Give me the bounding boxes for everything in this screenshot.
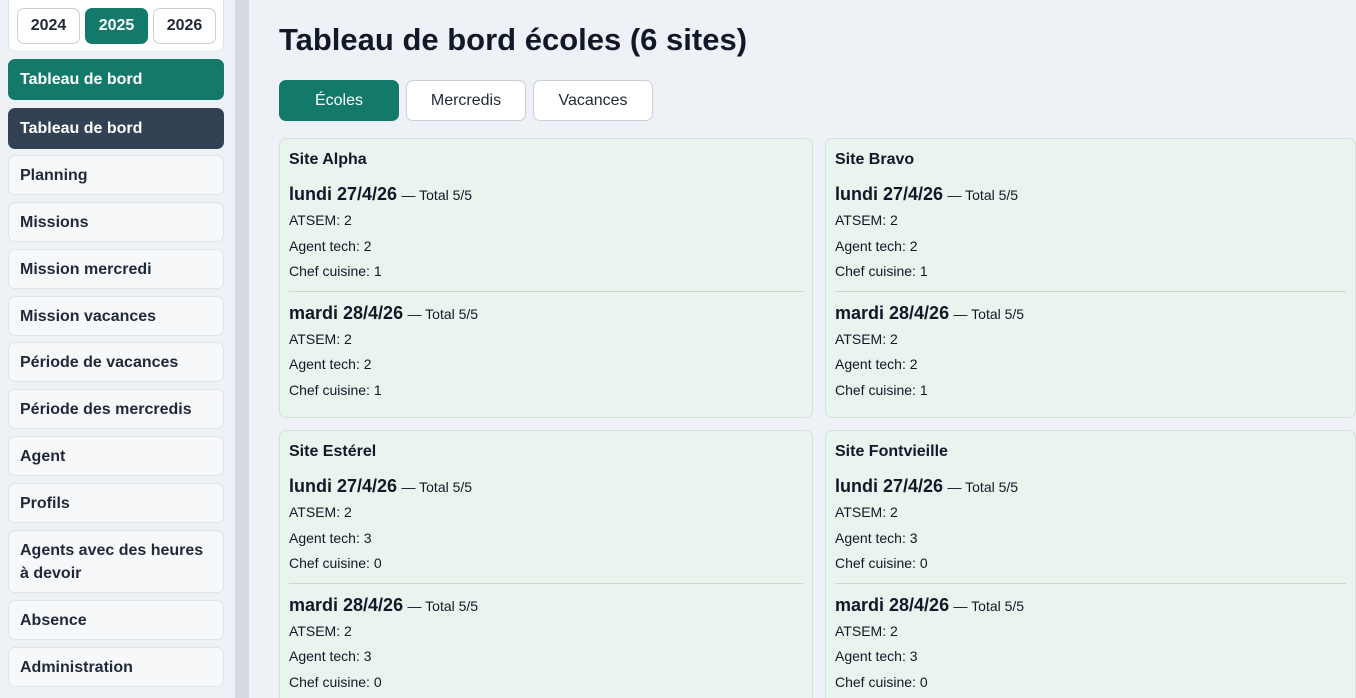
day-total: — Total 5/5 <box>947 479 1019 495</box>
page-title: Tableau de bord écoles (6 sites) <box>279 22 748 57</box>
role-count: ATSEM: 2 <box>289 504 352 520</box>
day-block: mardi 28/4/26 — Total 5/5 ATSEM: 2 Agent… <box>289 303 803 402</box>
day-label: lundi 27/4/26 <box>289 184 398 204</box>
sidebar-item-periode-mercredis[interactable]: Période des mercredis <box>8 389 224 429</box>
site-name: Site Estérel <box>289 443 377 460</box>
sidebar-item-absence[interactable]: Absence <box>8 600 224 640</box>
sidebar-item-tableau-de-bord[interactable]: Tableau de bord <box>8 108 224 149</box>
sidebar-scrollbar[interactable] <box>235 0 249 698</box>
tab-ecoles[interactable]: Écoles <box>279 80 399 121</box>
sidebar-item-agent[interactable]: Agent <box>8 436 224 476</box>
role-count: Chef cuisine: 1 <box>289 381 382 398</box>
role-count: Chef cuisine: 0 <box>289 673 382 690</box>
day-total: — Total 5/5 <box>947 187 1019 203</box>
sidebar-item-planning[interactable]: Planning <box>8 155 224 195</box>
role-count: ATSEM: 2 <box>289 330 352 347</box>
role-count: Agent tech: 2 <box>289 237 372 254</box>
day-total: — Total 5/5 <box>953 597 1025 614</box>
site-card: Site Alpha lundi 27/4/26 — Total 5/5 ATS… <box>279 138 813 418</box>
day-block: lundi 27/4/26 — Total 5/5 ATSEM: 2 Agent… <box>289 184 803 283</box>
role-count: ATSEM: 2 <box>835 504 898 520</box>
divider <box>835 290 1346 292</box>
role-count: Agent tech: 3 <box>289 529 372 546</box>
role-count: ATSEM: 2 <box>835 622 898 639</box>
role-count: Agent tech: 3 <box>835 529 918 546</box>
day-total: — Total 5/5 <box>401 187 473 203</box>
day-block: mardi 28/4/26 — Total 5/5 ATSEM: 2 Agent… <box>835 303 1346 402</box>
sidebar-item-periode-vacances[interactable]: Période de vacances <box>8 342 224 382</box>
day-block: lundi 27/4/26 — Total 5/5 ATSEM: 2 Agent… <box>289 476 803 575</box>
sidebar-item-administration[interactable]: Administration <box>8 647 224 687</box>
site-name: Site Bravo <box>835 151 915 168</box>
sidebar-item-agents-heures[interactable]: Agents avec des heures à devoir <box>8 530 224 593</box>
day-label: mardi 28/4/26 <box>835 302 950 323</box>
site-card: Site Estérel lundi 27/4/26 — Total 5/5 A… <box>279 430 813 698</box>
day-total: — Total 5/5 <box>953 305 1025 322</box>
day-total: — Total 5/5 <box>401 479 473 495</box>
role-count: Chef cuisine: 0 <box>835 673 928 690</box>
day-block: lundi 27/4/26 — Total 5/5 ATSEM: 2 Agent… <box>835 184 1346 283</box>
day-block: mardi 28/4/26 — Total 5/5 ATSEM: 2 Agent… <box>289 595 803 694</box>
day-block: lundi 27/4/26 — Total 5/5 ATSEM: 2 Agent… <box>835 476 1346 575</box>
tab-mercredis[interactable]: Mercredis <box>406 80 526 121</box>
year-button-2025[interactable]: 2025 <box>85 8 148 44</box>
year-selector: 2024 2025 2026 <box>8 0 224 52</box>
divider <box>289 582 803 584</box>
divider <box>289 290 803 292</box>
year-button-2026[interactable]: 2026 <box>153 8 216 44</box>
role-count: Agent tech: 2 <box>835 237 918 254</box>
role-count: Chef cuisine: 0 <box>289 555 382 571</box>
year-button-2024[interactable]: 2024 <box>17 8 80 44</box>
sidebar: 2024 2025 2026 Tableau de bord Tableau d… <box>0 0 235 698</box>
sidebar-item-mission-mercredi[interactable]: Mission mercredi <box>8 249 224 289</box>
role-count: ATSEM: 2 <box>289 622 352 639</box>
sidebar-item-tableau-de-bord-main[interactable]: Tableau de bord <box>8 59 224 100</box>
sidebar-item-profils[interactable]: Profils <box>8 483 224 523</box>
site-name: Site Fontvieille <box>835 443 948 460</box>
divider <box>835 582 1346 584</box>
role-count: Chef cuisine: 0 <box>835 555 928 571</box>
site-card: Site Fontvieille lundi 27/4/26 — Total 5… <box>825 430 1356 698</box>
day-label: lundi 27/4/26 <box>835 184 944 204</box>
role-count: Agent tech: 2 <box>289 356 372 372</box>
role-count: ATSEM: 2 <box>835 330 898 347</box>
day-label: lundi 27/4/26 <box>289 476 398 496</box>
day-total: — Total 5/5 <box>407 597 479 614</box>
role-count: ATSEM: 2 <box>835 212 898 228</box>
role-count: Agent tech: 2 <box>835 356 918 372</box>
day-total: — Total 5/5 <box>407 305 479 322</box>
day-label: mardi 28/4/26 <box>289 594 404 615</box>
tab-vacances[interactable]: Vacances <box>533 80 653 121</box>
role-count: Chef cuisine: 1 <box>835 263 928 279</box>
day-label: mardi 28/4/26 <box>835 594 950 615</box>
role-count: Agent tech: 3 <box>835 648 918 664</box>
role-count: Chef cuisine: 1 <box>835 381 928 398</box>
site-card: Site Bravo lundi 27/4/26 — Total 5/5 ATS… <box>825 138 1356 418</box>
role-count: ATSEM: 2 <box>289 212 352 228</box>
day-block: mardi 28/4/26 — Total 5/5 ATSEM: 2 Agent… <box>835 595 1346 694</box>
day-label: lundi 27/4/26 <box>835 476 944 496</box>
role-count: Chef cuisine: 1 <box>289 263 382 279</box>
role-count: Agent tech: 3 <box>289 648 372 664</box>
sidebar-item-mission-vacances[interactable]: Mission vacances <box>8 296 224 336</box>
site-name: Site Alpha <box>289 151 367 168</box>
day-label: mardi 28/4/26 <box>289 302 404 323</box>
sidebar-item-missions[interactable]: Missions <box>8 202 224 242</box>
